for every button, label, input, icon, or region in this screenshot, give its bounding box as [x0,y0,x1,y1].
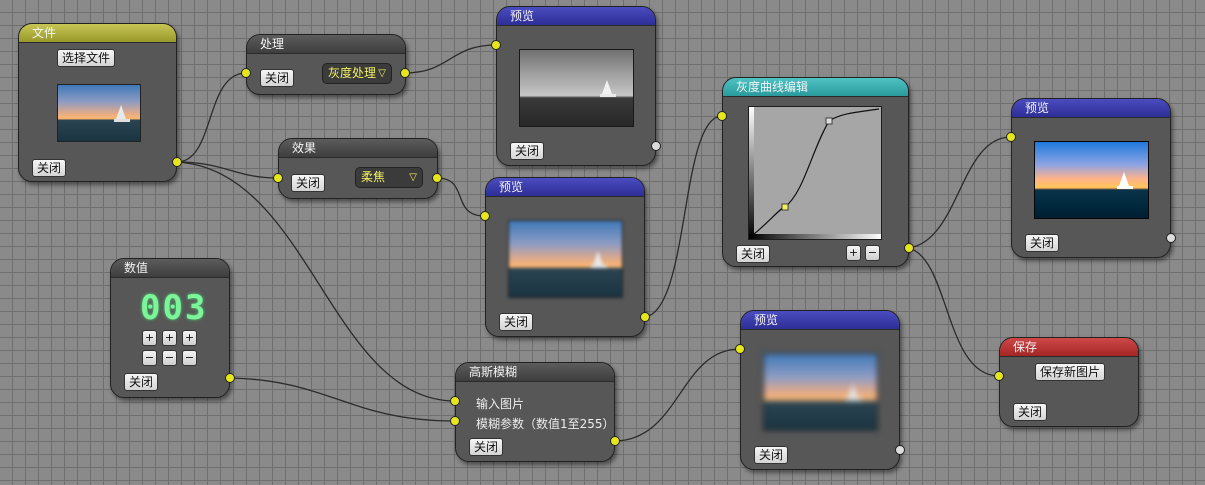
input-port-param[interactable] [450,416,460,426]
wire-curve-to-save [908,247,1000,377]
wire-curve-to-preview3 [908,136,1012,249]
input-port[interactable] [491,40,501,50]
process-node[interactable]: 处理 关闭 灰度处理 ▽ [246,34,406,95]
wire-file-to-process [176,72,247,163]
preview-image [1034,141,1149,219]
close-button[interactable]: 关闭 [1025,234,1060,252]
effect-select[interactable]: 柔焦 ▽ [355,167,423,188]
increment-ones-button[interactable]: + [182,330,197,346]
input-port[interactable] [717,111,727,121]
wire-gauss-to-preview4 [614,348,741,442]
preview-node-blur[interactable]: 预览 关闭 [740,310,900,470]
curve-control-point [825,117,833,125]
node-header[interactable]: 效果 [279,139,437,158]
close-button[interactable]: 关闭 [499,313,534,331]
preview-image [508,220,623,298]
output-port[interactable] [432,173,442,183]
close-button[interactable]: 关闭 [1013,403,1048,421]
close-button[interactable]: 关闭 [32,159,67,177]
value-node[interactable]: 数值 003 + + + − − − 关闭 [110,258,230,398]
gaussian-blur-node[interactable]: 高斯模糊 输入图片 模糊参数（数值1至255） 关闭 [455,362,615,462]
output-port[interactable] [1166,233,1176,243]
decrement-ones-button[interactable]: − [182,350,197,366]
output-port[interactable] [651,141,661,151]
node-header[interactable]: 预览 [741,311,899,330]
close-button[interactable]: 关闭 [754,446,789,464]
preview-node-softfocus[interactable]: 预览 关闭 [485,177,645,337]
choose-file-button[interactable]: 选择文件 [57,49,116,67]
node-header[interactable]: 文件 [19,24,176,43]
decrement-tens-button[interactable]: − [162,350,177,366]
add-point-button[interactable]: + [846,245,861,261]
increment-tens-button[interactable]: + [162,330,177,346]
input-port[interactable] [735,344,745,354]
close-button[interactable]: 关闭 [469,438,504,456]
node-header[interactable]: 保存 [1000,338,1138,357]
input-port[interactable] [480,211,490,221]
output-port[interactable] [225,373,235,383]
output-port[interactable] [610,436,620,446]
node-header[interactable]: 预览 [486,178,644,197]
save-node[interactable]: 保存 保存新图片 关闭 [999,337,1139,427]
blur-param-label: 模糊参数（数值1至255） [476,417,615,431]
curve-editor-canvas[interactable] [748,106,882,240]
input-image-label: 输入图片 [476,397,525,411]
preview-image [519,49,634,127]
input-port-image[interactable] [450,396,460,406]
node-header[interactable]: 预览 [1012,99,1170,118]
close-button[interactable]: 关闭 [510,142,545,160]
output-port[interactable] [640,312,650,322]
chevron-down-icon: ▽ [409,172,417,183]
chevron-down-icon: ▽ [378,68,386,79]
node-header[interactable]: 灰度曲线编辑 [723,78,908,97]
preview-node-grayscale[interactable]: 预览 关闭 [496,6,656,166]
thumbnail-image [57,84,141,142]
preview-node-curve[interactable]: 预览 关闭 [1011,98,1171,258]
decrement-hundreds-button[interactable]: − [142,350,157,366]
node-header[interactable]: 数值 [111,259,229,278]
value-display: 003 [140,288,208,328]
curve-editor-node[interactable]: 灰度曲线编辑 关闭 + − [722,77,909,267]
close-button[interactable]: 关闭 [260,69,295,87]
node-header[interactable]: 高斯模糊 [456,363,614,382]
preview-image [763,353,878,431]
input-port[interactable] [994,371,1004,381]
node-header[interactable]: 处理 [247,35,405,54]
input-port[interactable] [1006,132,1016,142]
close-button[interactable]: 关闭 [124,373,159,391]
output-port[interactable] [895,445,905,455]
remove-point-button[interactable]: − [865,245,880,261]
close-button[interactable]: 关闭 [736,245,771,263]
wire-value-to-gauss [229,377,456,422]
input-port[interactable] [241,68,251,78]
file-node[interactable]: 文件 选择文件 关闭 [18,23,177,182]
increment-hundreds-button[interactable]: + [142,330,157,346]
close-button[interactable]: 关闭 [291,174,326,192]
curve-control-point [781,203,789,211]
save-new-image-button[interactable]: 保存新图片 [1035,363,1106,381]
select-value: 柔焦 [361,170,386,184]
select-value: 灰度处理 [328,66,377,80]
node-header[interactable]: 预览 [497,7,655,26]
process-select[interactable]: 灰度处理 ▽ [322,63,392,84]
output-port[interactable] [172,157,182,167]
wire-process-to-preview1 [404,44,497,74]
input-port[interactable] [273,173,283,183]
wire-effect-to-preview2 [436,177,486,217]
effect-node[interactable]: 效果 关闭 柔焦 ▽ [278,138,438,199]
output-port[interactable] [904,243,914,253]
output-port[interactable] [400,68,410,78]
